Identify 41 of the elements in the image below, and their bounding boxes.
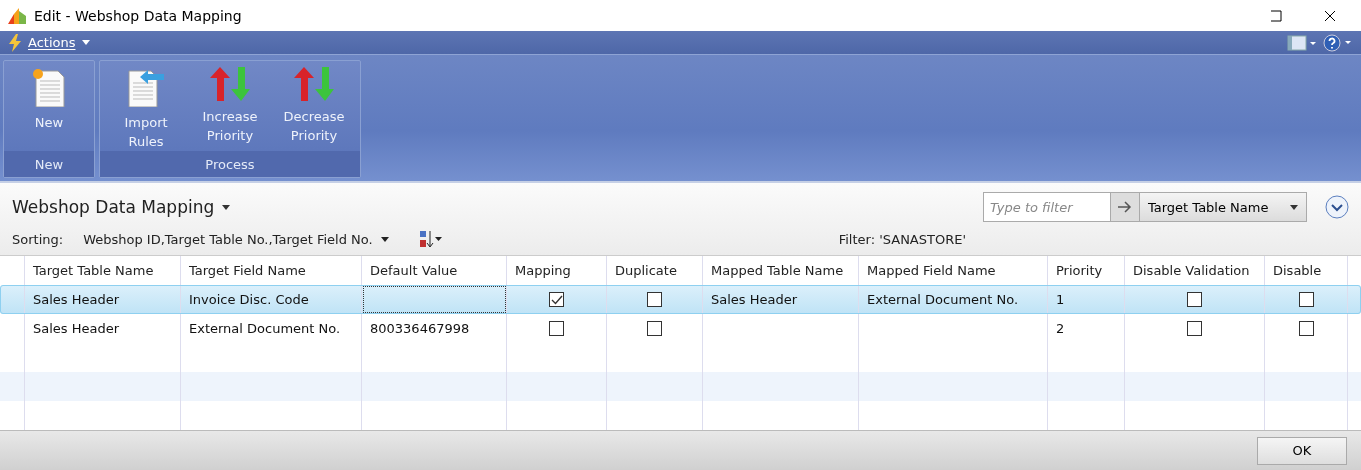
ribbon-button[interactable]: Increase Priority xyxy=(194,67,266,152)
checkbox[interactable] xyxy=(549,292,564,308)
checkbox[interactable] xyxy=(549,321,564,337)
checkbox[interactable] xyxy=(1187,321,1202,337)
caret-icon xyxy=(380,236,389,242)
lightning-icon xyxy=(8,33,22,52)
checkbox[interactable] xyxy=(1187,292,1202,308)
checkbox[interactable] xyxy=(1298,292,1314,308)
checkbox[interactable] xyxy=(647,321,662,337)
import-document-icon xyxy=(126,67,166,108)
sorting-label: Sorting: xyxy=(12,231,64,247)
checkbox[interactable] xyxy=(1298,321,1314,337)
arrow-right-icon xyxy=(1118,201,1132,214)
expand-icon[interactable] xyxy=(1325,195,1349,220)
actions-menu[interactable]: Actions xyxy=(28,35,76,51)
app-logo-icon xyxy=(8,7,26,24)
window-title: Edit - Webshop Data Mapping xyxy=(34,7,243,24)
filter-field[interactable]: Type to filter xyxy=(983,192,1111,223)
ribbon-button[interactable]: Decrease Priority xyxy=(278,67,350,152)
caret-icon xyxy=(222,204,231,210)
page-title[interactable]: Webshop Data Mapping xyxy=(12,197,215,218)
up-down-arrows-icon xyxy=(210,67,250,102)
help-icon[interactable] xyxy=(1323,33,1353,52)
ribbon-button[interactable]: Import Rules xyxy=(110,67,182,152)
maximize-icon xyxy=(1270,9,1282,22)
layout-icon[interactable] xyxy=(1287,34,1317,51)
filter-column-select[interactable]: Target Table Name xyxy=(1139,192,1307,223)
caret-icon xyxy=(81,40,90,46)
checkbox[interactable] xyxy=(647,292,662,308)
new-document-icon xyxy=(30,67,68,108)
ribbon-button[interactable]: New xyxy=(14,67,84,152)
up-down-arrows-icon xyxy=(294,67,334,102)
apply-filter-button[interactable] xyxy=(1110,192,1140,223)
group-label: New xyxy=(4,151,94,178)
filter-text: Filter: 'SANASTORE' xyxy=(838,231,966,247)
ok-button[interactable]: OK xyxy=(1257,436,1347,465)
table-row[interactable]: Sales Header Invoice Disc. Code Sales Header External Document No. 1 xyxy=(0,285,1361,315)
caret-icon xyxy=(1290,204,1298,210)
sorting-select[interactable]: Webshop ID,Target Table No.,Target Field No. xyxy=(83,231,373,247)
close-icon xyxy=(1324,9,1336,22)
group-label: Process xyxy=(100,151,360,178)
